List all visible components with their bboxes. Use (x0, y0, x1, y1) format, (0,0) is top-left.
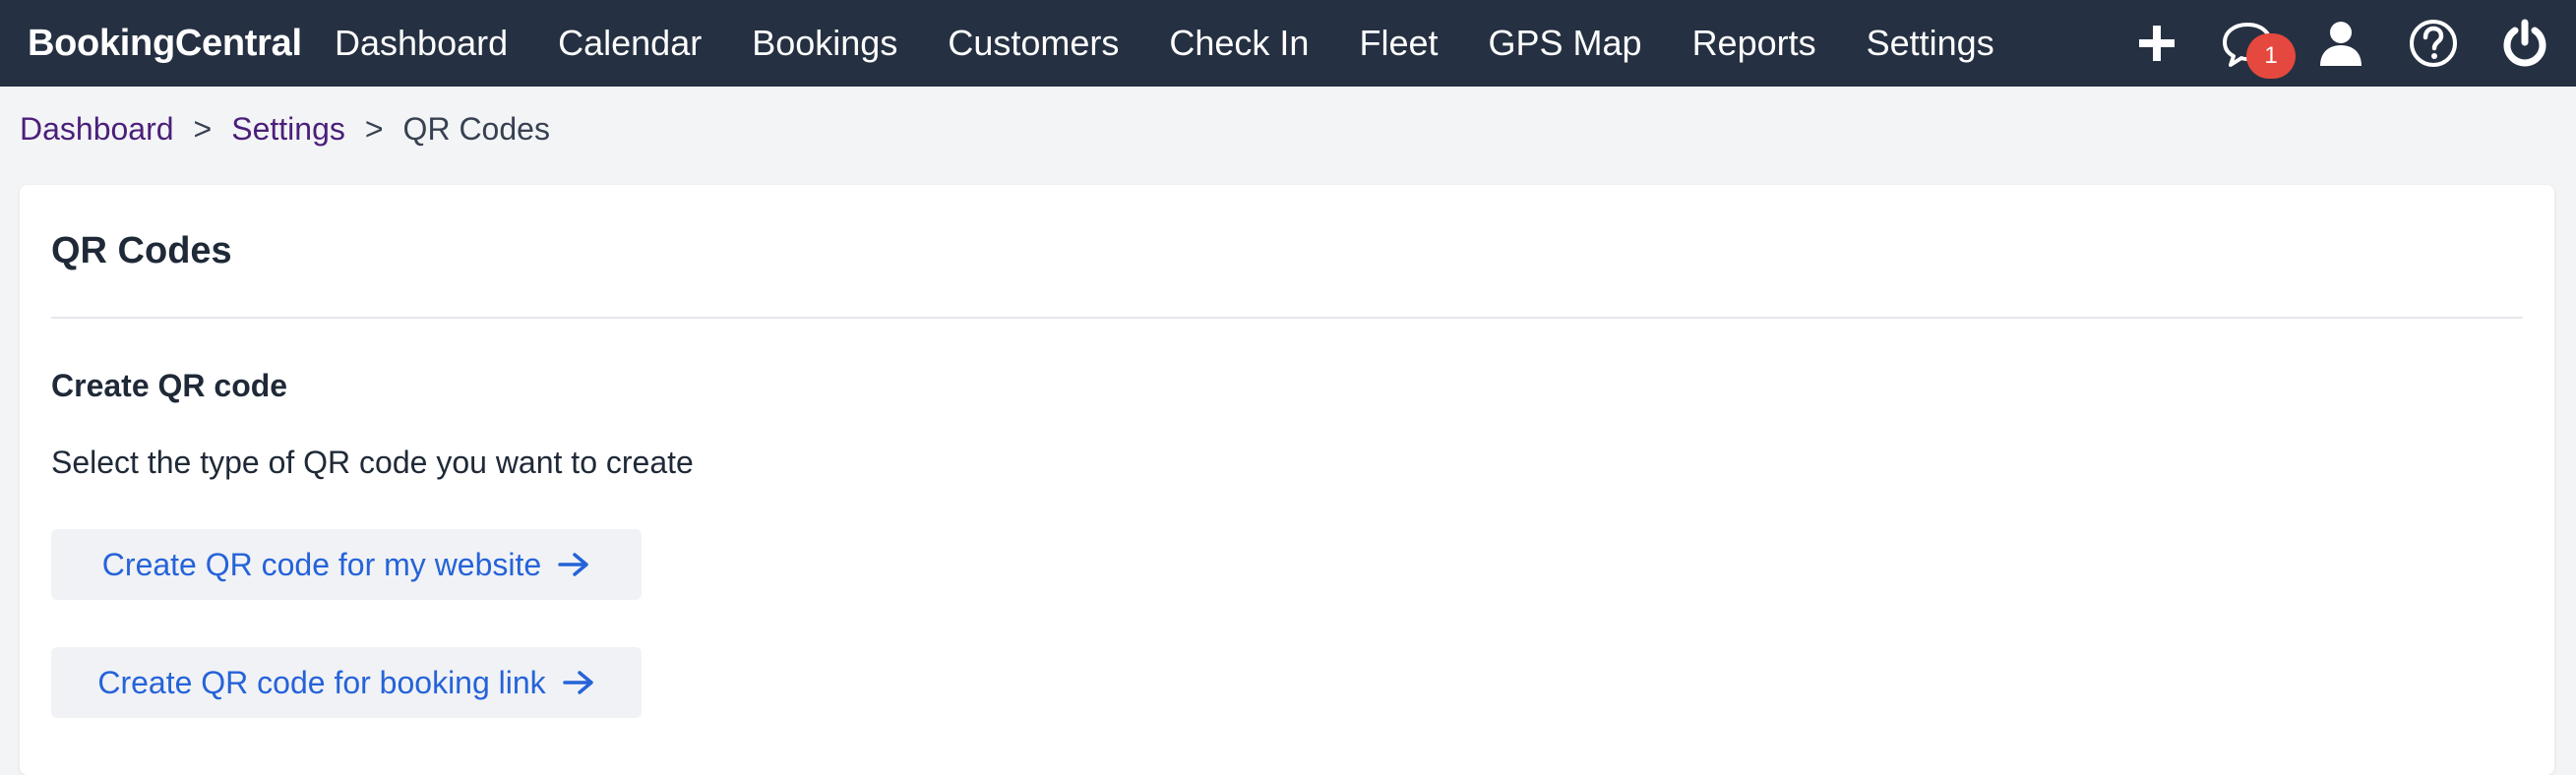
create-booking-link-qr-label: Create QR code for booking link (97, 664, 546, 700)
divider (51, 317, 2523, 319)
nav-reports[interactable]: Reports (1692, 23, 1816, 64)
nav-gps-map[interactable]: GPS Map (1489, 23, 1642, 64)
nav-dashboard[interactable]: Dashboard (335, 23, 508, 64)
create-booking-link-qr-button[interactable]: Create QR code for booking link (51, 647, 642, 718)
notification-badge: 1 (2246, 33, 2296, 79)
brand-logo[interactable]: BookingCentral (28, 0, 302, 87)
main-nav: Dashboard Calendar Bookings Customers Ch… (335, 0, 2045, 87)
create-website-qr-button[interactable]: Create QR code for my website (51, 529, 642, 600)
section-description: Select the type of QR code you want to c… (51, 445, 694, 480)
breadcrumb-separator: > (193, 110, 213, 147)
top-navbar: BookingCentral Dashboard Calendar Bookin… (0, 0, 2576, 87)
arrow-right-icon (562, 669, 595, 696)
breadcrumb-settings[interactable]: Settings (231, 111, 345, 148)
arrow-right-icon (557, 551, 590, 578)
breadcrumb-dashboard[interactable]: Dashboard (20, 111, 174, 148)
breadcrumb: Dashboard > Settings > QR Codes (20, 108, 550, 149)
user-icon[interactable] (2311, 14, 2370, 73)
power-icon[interactable] (2495, 14, 2554, 73)
nav-customers[interactable]: Customers (948, 23, 1119, 64)
nav-check-in[interactable]: Check In (1169, 23, 1309, 64)
qr-codes-card: QR Codes Create QR code Select the type … (20, 185, 2554, 775)
create-website-qr-label: Create QR code for my website (101, 546, 542, 582)
section-title: Create QR code (51, 368, 288, 403)
nav-bookings[interactable]: Bookings (752, 23, 897, 64)
breadcrumb-current: QR Codes (402, 110, 550, 147)
nav-fleet[interactable]: Fleet (1359, 23, 1438, 64)
plus-icon[interactable] (2127, 14, 2186, 73)
breadcrumb-separator: > (364, 110, 384, 147)
nav-calendar[interactable]: Calendar (558, 23, 702, 64)
help-icon[interactable] (2404, 14, 2463, 73)
nav-settings[interactable]: Settings (1867, 23, 1994, 64)
page-title: QR Codes (51, 230, 232, 271)
